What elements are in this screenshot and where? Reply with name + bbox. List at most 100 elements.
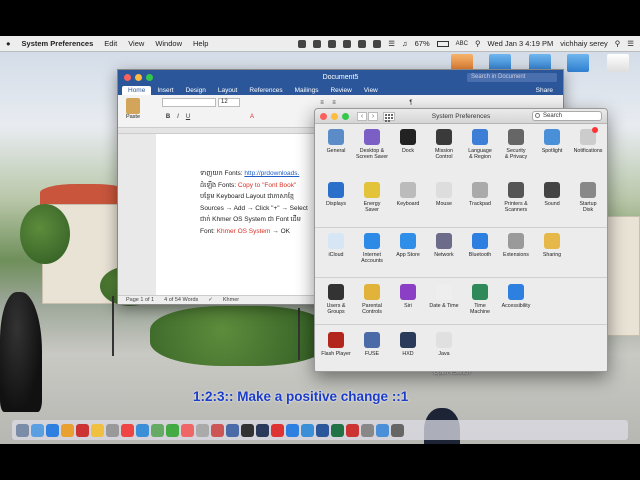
pane-bluetooth[interactable]: Bluetooth [460, 233, 500, 258]
search-icon[interactable]: ⚲ [475, 39, 481, 48]
pane-sound[interactable]: Sound [532, 182, 572, 207]
paste-button[interactable]: Paste [123, 98, 143, 120]
pane-hxd[interactable]: HXD [388, 332, 428, 357]
battery-percent[interactable]: 67% [415, 39, 430, 48]
word-titlebar[interactable]: Document5 Search in Document [118, 70, 563, 84]
pane-startup-disk[interactable]: Startup Disk [568, 182, 607, 213]
pane-desktop-screen-saver[interactable]: Desktop & Screen Saver [352, 129, 392, 160]
sysprefs-titlebar[interactable]: ‹ › System Preferences Search [315, 109, 607, 124]
battery-icon[interactable] [436, 40, 449, 47]
dock-app-icon[interactable] [46, 423, 59, 437]
dock-app-icon[interactable] [136, 423, 149, 437]
font-name-select[interactable] [162, 98, 216, 107]
dock-app-icon[interactable] [91, 423, 104, 437]
dock-app-icon[interactable] [226, 423, 239, 437]
minimize-icon[interactable] [331, 112, 338, 120]
dock-app-icon[interactable] [106, 423, 119, 437]
dock-app-icon[interactable] [31, 423, 44, 437]
input-source[interactable]: ABC [456, 41, 468, 47]
notification-center-icon[interactable]: ☰ [627, 39, 634, 48]
pane-displays[interactable]: Displays [316, 182, 356, 207]
tab-review[interactable]: Review [324, 86, 357, 95]
status-app-icon[interactable] [328, 39, 337, 48]
dock-app-icon[interactable] [211, 423, 224, 437]
pane-language-region[interactable]: Language & Region [460, 129, 500, 160]
dock-app-icon[interactable] [181, 423, 194, 437]
pane-siri[interactable]: Siri [388, 284, 428, 309]
dock-app-icon[interactable] [346, 423, 359, 437]
close-icon[interactable] [124, 73, 131, 81]
pane-security-privacy[interactable]: Security & Privacy [496, 129, 536, 160]
pane-icloud[interactable]: iCloud [316, 233, 356, 258]
dock-app-icon[interactable] [286, 423, 299, 437]
numbering-icon[interactable]: ≡ [330, 99, 338, 107]
dock-app-icon[interactable] [121, 423, 134, 437]
dock-app-icon[interactable] [391, 423, 404, 437]
pane-keyboard[interactable]: Keyboard [388, 182, 428, 207]
wifi-icon[interactable]: ☰ [388, 39, 395, 48]
pane-mouse[interactable]: Mouse [424, 182, 464, 207]
pane-notifications[interactable]: Notifications [568, 127, 607, 154]
share-button[interactable]: Share [530, 86, 559, 95]
bold-button[interactable]: B [164, 113, 172, 121]
apple-menu-icon[interactable]: ● [6, 39, 11, 48]
dock-app-icon[interactable] [16, 423, 29, 437]
tab-home[interactable]: Home [122, 86, 152, 95]
pane-users-groups[interactable]: Users & Groups [316, 284, 356, 315]
zoom-icon[interactable] [342, 112, 349, 120]
pane-energy-saver[interactable]: Energy Saver [352, 182, 392, 213]
desktop-icon[interactable] [596, 54, 640, 74]
menu-help[interactable]: Help [193, 39, 208, 48]
status-app-icon[interactable] [373, 39, 382, 48]
language-indicator[interactable]: Khmer [223, 297, 239, 303]
pane-java[interactable]: Java [424, 332, 464, 357]
tab-layout[interactable]: Layout [212, 86, 244, 95]
close-icon[interactable] [320, 112, 327, 120]
font-color-button[interactable]: A [248, 113, 256, 121]
show-all-grid-icon[interactable] [383, 111, 395, 122]
pane-network[interactable]: Network [424, 233, 464, 258]
forward-button[interactable]: › [368, 111, 378, 121]
pane-flash-player[interactable]: Flash Player [316, 332, 356, 357]
pane-accessibility[interactable]: Accessibility [496, 284, 536, 309]
italic-button[interactable]: I [174, 113, 182, 121]
spotlight-icon[interactable]: ⚲ [615, 39, 621, 48]
pane-parental-controls[interactable]: Parental Controls [352, 284, 392, 315]
zoom-icon[interactable] [146, 73, 153, 81]
pane-internet-accounts[interactable]: Internet Accounts [352, 233, 392, 264]
pane-app-store[interactable]: App Store [388, 233, 428, 258]
menu-edit[interactable]: Edit [104, 39, 117, 48]
menu-view[interactable]: View [128, 39, 144, 48]
pane-spotlight[interactable]: Spotlight [532, 129, 572, 154]
tab-insert[interactable]: Insert [151, 86, 179, 95]
pane-printers-scanners[interactable]: Printers & Scanners [496, 182, 536, 213]
dock-app-icon[interactable] [151, 423, 164, 437]
pane-date-time[interactable]: Date & Time [424, 284, 464, 309]
dock-app-icon[interactable] [61, 423, 74, 437]
bullets-icon[interactable]: ≡ [318, 99, 326, 107]
tab-mailings[interactable]: Mailings [289, 86, 325, 95]
dock-app-icon[interactable] [241, 423, 254, 437]
dock-app-icon[interactable] [196, 423, 209, 437]
pane-sharing[interactable]: Sharing [532, 233, 572, 258]
back-button[interactable]: ‹ [357, 111, 367, 121]
pilcrow-icon[interactable]: ¶ [407, 99, 415, 107]
dock-app-icon[interactable] [331, 423, 344, 437]
proofing-icon[interactable]: ✓ [208, 297, 213, 303]
dock-app-icon[interactable] [316, 423, 329, 437]
tab-design[interactable]: Design [180, 86, 212, 95]
dock-app-icon[interactable] [76, 423, 89, 437]
minimize-icon[interactable] [135, 73, 142, 81]
underline-button[interactable]: U [184, 113, 192, 121]
pane-trackpad[interactable]: Trackpad [460, 182, 500, 207]
menu-window[interactable]: Window [155, 39, 182, 48]
pane-dock[interactable]: Dock [388, 129, 428, 154]
pane-time-machine[interactable]: Time Machine [460, 284, 500, 315]
pane-fuse[interactable]: FUSE [352, 332, 392, 357]
status-app-icon[interactable] [343, 39, 352, 48]
sysprefs-search-input[interactable]: Search [532, 111, 602, 121]
volume-icon[interactable]: ♫ [402, 39, 408, 48]
dock-app-icon[interactable] [256, 423, 269, 437]
status-app-icon[interactable] [358, 39, 367, 48]
dock-app-icon[interactable] [301, 423, 314, 437]
